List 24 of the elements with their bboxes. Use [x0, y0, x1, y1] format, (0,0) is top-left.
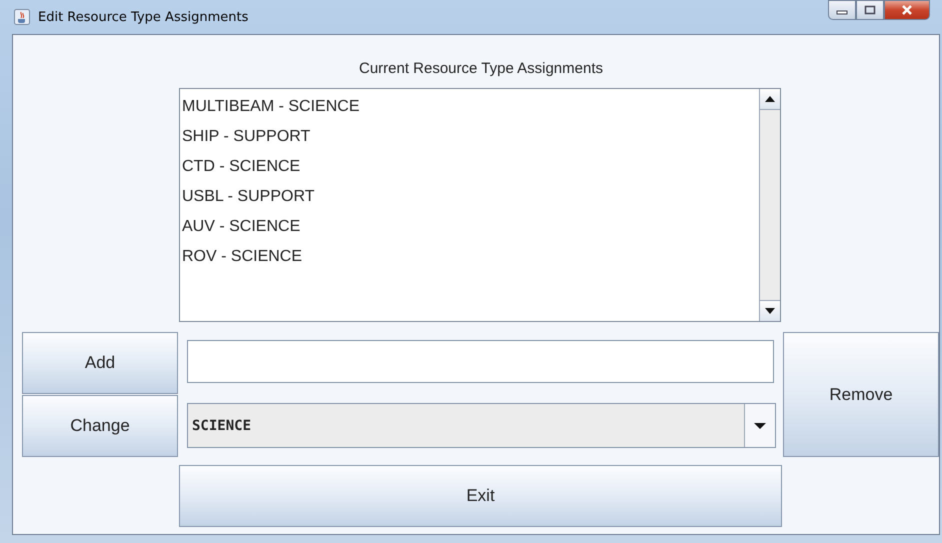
window-title: Edit Resource Type Assignments: [38, 10, 248, 24]
list-item[interactable]: CTD - SCIENCE: [180, 152, 759, 182]
scroll-down-icon[interactable]: [765, 308, 775, 314]
type-dropdown[interactable]: SCIENCE: [187, 403, 776, 448]
close-button[interactable]: [884, 0, 930, 20]
list-item[interactable]: USBL - SUPPORT: [180, 182, 759, 212]
list-item[interactable]: SHIP - SUPPORT: [180, 122, 759, 152]
exit-button[interactable]: Exit: [179, 465, 782, 527]
minimize-button[interactable]: [828, 0, 856, 20]
input-field[interactable]: [187, 340, 774, 383]
maximize-button[interactable]: [856, 0, 884, 20]
remove-button[interactable]: Remove: [783, 332, 939, 457]
maximize-icon: [864, 5, 876, 15]
list-item[interactable]: ROV - SCIENCE: [180, 242, 759, 272]
dropdown-arrow-icon: [754, 422, 766, 428]
scroll-up-icon[interactable]: [765, 96, 775, 102]
list-item[interactable]: AUV - SCIENCE: [180, 212, 759, 242]
add-button[interactable]: Add: [22, 332, 178, 394]
list-heading: Current Resource Type Assignments: [358, 59, 604, 79]
scrollbar[interactable]: [759, 89, 780, 321]
close-icon: [900, 4, 914, 16]
java-cup-icon: [14, 9, 30, 25]
change-button[interactable]: Change: [22, 395, 178, 457]
list-item[interactable]: MULTIBEAM - SCIENCE: [180, 92, 759, 122]
